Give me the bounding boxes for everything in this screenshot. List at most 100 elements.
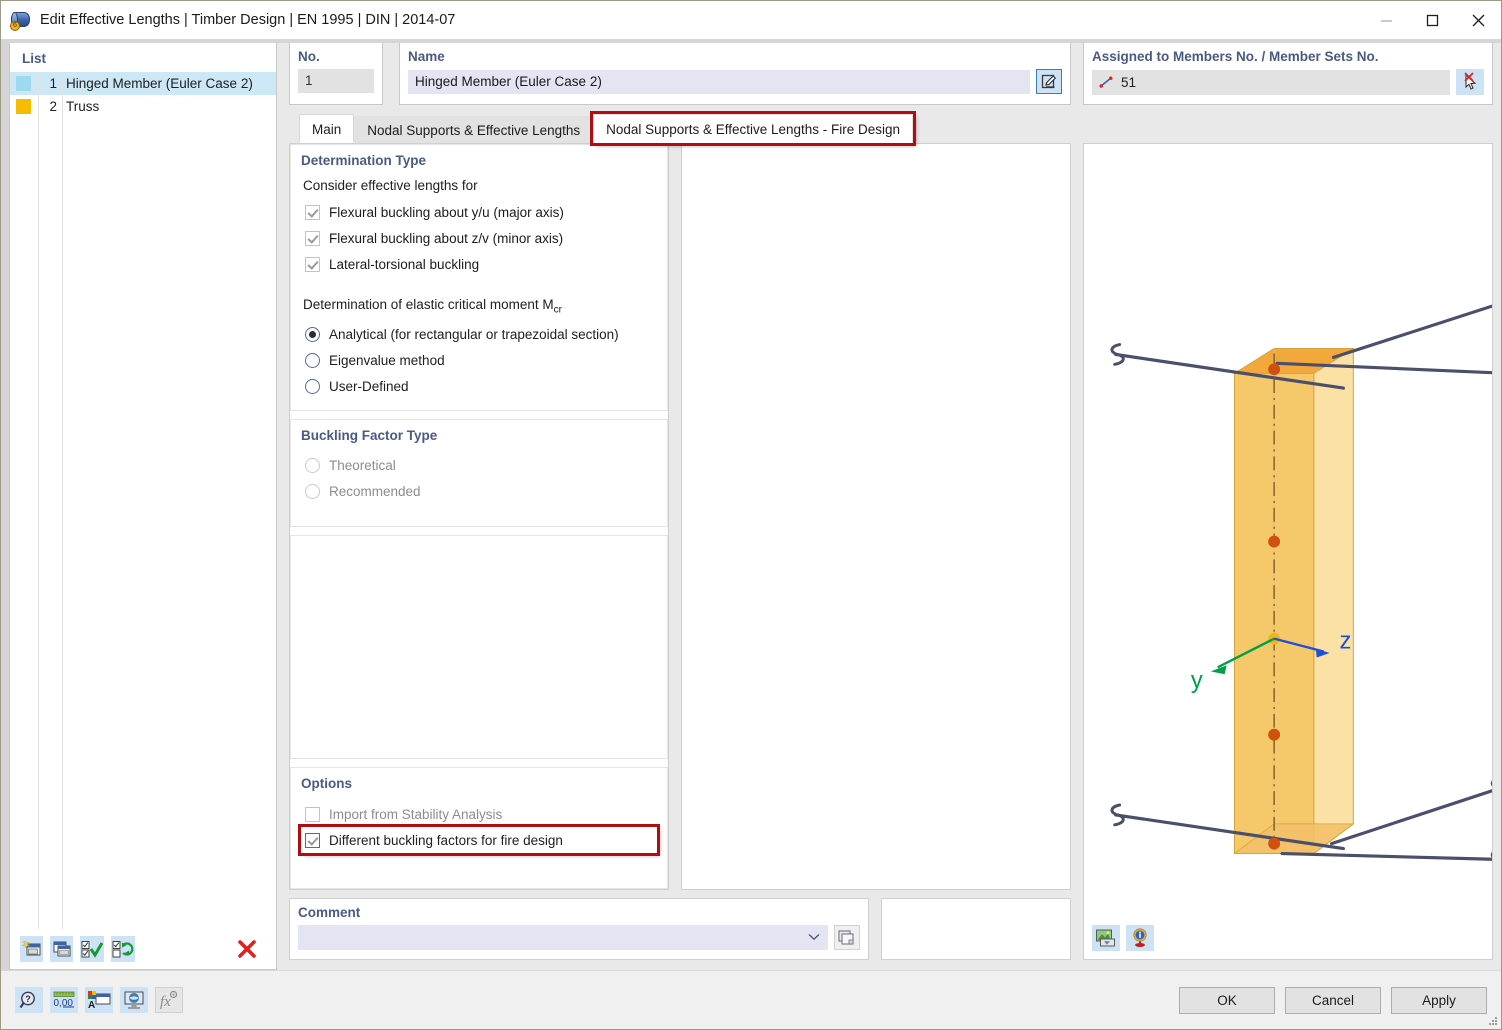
settings-column: Determination Type Consider effective le…	[289, 143, 669, 890]
dialog-window: 6 Edit Effective Lengths | Timber Design…	[0, 0, 1502, 1030]
checkbox-flexural-buckling-y[interactable]: Flexural buckling about y/u (major axis)	[301, 199, 657, 225]
tab-nodal-supports-effective-lengths-fire-design[interactable]: Nodal Supports & Effective Lengths - Fir…	[590, 111, 917, 146]
render-image-icon[interactable]	[1092, 925, 1120, 951]
radio-label: Eigenvalue method	[329, 353, 445, 369]
maximize-icon[interactable]	[1409, 1, 1455, 39]
viewport-toolbar	[1092, 925, 1154, 951]
checkbox-lateral-torsional-buckling[interactable]: Lateral-torsional buckling	[301, 251, 657, 277]
tab-bar: Main Nodal Supports & Effective Lengths …	[289, 111, 1071, 146]
list-item-color-swatch	[16, 76, 31, 91]
checkbox-label: Different buckling factors for fire desi…	[329, 832, 563, 848]
invert-selection-button[interactable]	[111, 936, 135, 962]
buckling-factor-type-title: Buckling Factor Type	[301, 427, 438, 443]
list-item-label: Truss	[66, 99, 100, 114]
resize-grip[interactable]	[1486, 1014, 1498, 1026]
radio-eigenvalue-method[interactable]: Eigenvalue method	[301, 348, 657, 374]
checkbox-label: Flexural buckling about z/v (minor axis)	[329, 230, 564, 246]
list-item[interactable]: 2 Truss	[10, 95, 276, 118]
node-point	[1268, 728, 1281, 741]
comment-row: Comment	[289, 898, 1071, 960]
comment-input[interactable]	[298, 925, 828, 950]
select-all-button[interactable]	[80, 936, 104, 962]
mcr-label-sub: cr	[553, 304, 562, 316]
axis-label-y: y	[1191, 667, 1203, 694]
radio-icon	[305, 484, 320, 500]
fx-icon[interactable]: fx	[155, 987, 183, 1013]
checkbox-label: Import from Stability Analysis	[329, 806, 503, 822]
nodal-supports-table-area[interactable]	[681, 143, 1071, 890]
comment-filler-panel	[881, 898, 1071, 960]
apply-button[interactable]: Apply	[1391, 986, 1487, 1014]
no-input[interactable]: 1	[298, 69, 374, 93]
app-icon: 6	[10, 9, 32, 31]
node-point	[1268, 535, 1281, 548]
radio-analytical[interactable]: Analytical (for rectangular or trapezoid…	[301, 322, 657, 348]
units-000-icon[interactable]: 0,00	[50, 987, 78, 1013]
no-field-card: No. 1	[289, 43, 383, 105]
options-group: Options Import from Stability Analysis D…	[290, 767, 668, 889]
dialog-body: List 1 Hinged Member (Euler Case 2) 2 Tr…	[1, 43, 1502, 970]
assigned-members-value: 51	[1121, 74, 1137, 90]
checkbox-label: Flexural buckling about y/u (major axis)	[329, 204, 564, 220]
comment-library-button[interactable]	[834, 925, 860, 950]
name-input[interactable]: Hinged Member (Euler Case 2)	[408, 69, 1030, 94]
radio-user-defined[interactable]: User-Defined	[301, 374, 657, 400]
dialog-footer: ? 0,00 A fx OK Cancel Apply	[1, 970, 1501, 1029]
window-title: Edit Effective Lengths | Timber Design |…	[40, 12, 456, 28]
comment-label: Comment	[298, 905, 361, 920]
list-item-label: Hinged Member (Euler Case 2)	[66, 76, 253, 91]
info-pin-icon[interactable]	[1126, 925, 1154, 951]
options-title: Options	[301, 776, 352, 791]
tab-main[interactable]: Main	[299, 114, 355, 143]
3d-member-graphic: z y	[1110, 291, 1502, 871]
delete-item-button[interactable]	[235, 936, 259, 962]
pick-cursor-icon[interactable]	[1456, 69, 1484, 95]
3d-viewport[interactable]: z y	[1083, 143, 1502, 960]
window-controls	[1363, 1, 1501, 39]
radio-label: Recommended	[329, 484, 421, 500]
chevron-down-icon[interactable]	[808, 932, 820, 944]
cancel-button[interactable]: Cancel	[1285, 986, 1381, 1014]
assigned-members-input[interactable]: 51	[1092, 69, 1450, 95]
close-icon[interactable]	[1455, 1, 1501, 39]
determination-type-title: Determination Type	[301, 153, 427, 168]
list-item[interactable]: 1 Hinged Member (Euler Case 2)	[10, 72, 276, 95]
right-region: Assigned to Members No. / Member Sets No…	[1071, 43, 1502, 970]
checkbox-different-buckling-factors-for-fire-design[interactable]: Different buckling factors for fire desi…	[298, 824, 660, 856]
node-point	[1268, 363, 1281, 376]
screen-globe-icon[interactable]	[120, 987, 148, 1013]
footer-tool-bar: ? 0,00 A fx	[15, 987, 190, 1013]
app-icon-badge: 6	[10, 21, 20, 31]
checkbox-icon	[305, 256, 320, 272]
node-point	[1268, 837, 1281, 850]
edit-pencil-icon[interactable]	[1036, 69, 1062, 94]
radio-icon	[305, 379, 320, 395]
radio-recommended[interactable]: Recommended	[301, 479, 657, 505]
minimize-icon[interactable]	[1363, 1, 1409, 39]
comment-card: Comment	[289, 898, 869, 960]
list-item-number: 2	[49, 99, 57, 114]
list-item-color-swatch	[16, 99, 31, 114]
determination-type-group: Determination Type Consider effective le…	[290, 144, 668, 411]
color-palette-icon[interactable]: A	[85, 987, 113, 1013]
tab-nodal-supports-effective-lengths[interactable]: Nodal Supports & Effective Lengths	[354, 116, 594, 143]
mcr-label-main: Determination of elastic critical moment…	[303, 297, 554, 312]
checkbox-icon	[305, 832, 320, 848]
help-magnifier-icon[interactable]: ?	[15, 987, 43, 1013]
radio-label: User-Defined	[329, 379, 409, 395]
header-fields-row: No. 1 Name Hinged Member (Euler Case 2)	[289, 43, 1071, 105]
checkbox-flexural-buckling-z[interactable]: Flexural buckling about z/v (minor axis)	[301, 225, 657, 251]
buckling-factor-type-group: Buckling Factor Type Theoretical Recomme…	[290, 418, 668, 527]
name-field-card: Name Hinged Member (Euler Case 2)	[399, 43, 1071, 105]
list-toolbar	[10, 929, 276, 969]
checkbox-icon	[305, 806, 320, 822]
title-bar: 6 Edit Effective Lengths | Timber Design…	[1, 1, 1501, 39]
ok-button[interactable]: OK	[1179, 986, 1275, 1014]
radio-label: Analytical (for rectangular or trapezoid…	[329, 327, 619, 343]
new-item-button[interactable]	[20, 936, 43, 962]
copy-item-button[interactable]	[50, 936, 73, 962]
checkbox-import-from-stability-analysis[interactable]: Import from Stability Analysis	[301, 801, 657, 827]
no-label: No.	[298, 49, 320, 64]
radio-icon	[305, 327, 320, 343]
radio-theoretical[interactable]: Theoretical	[301, 453, 657, 479]
